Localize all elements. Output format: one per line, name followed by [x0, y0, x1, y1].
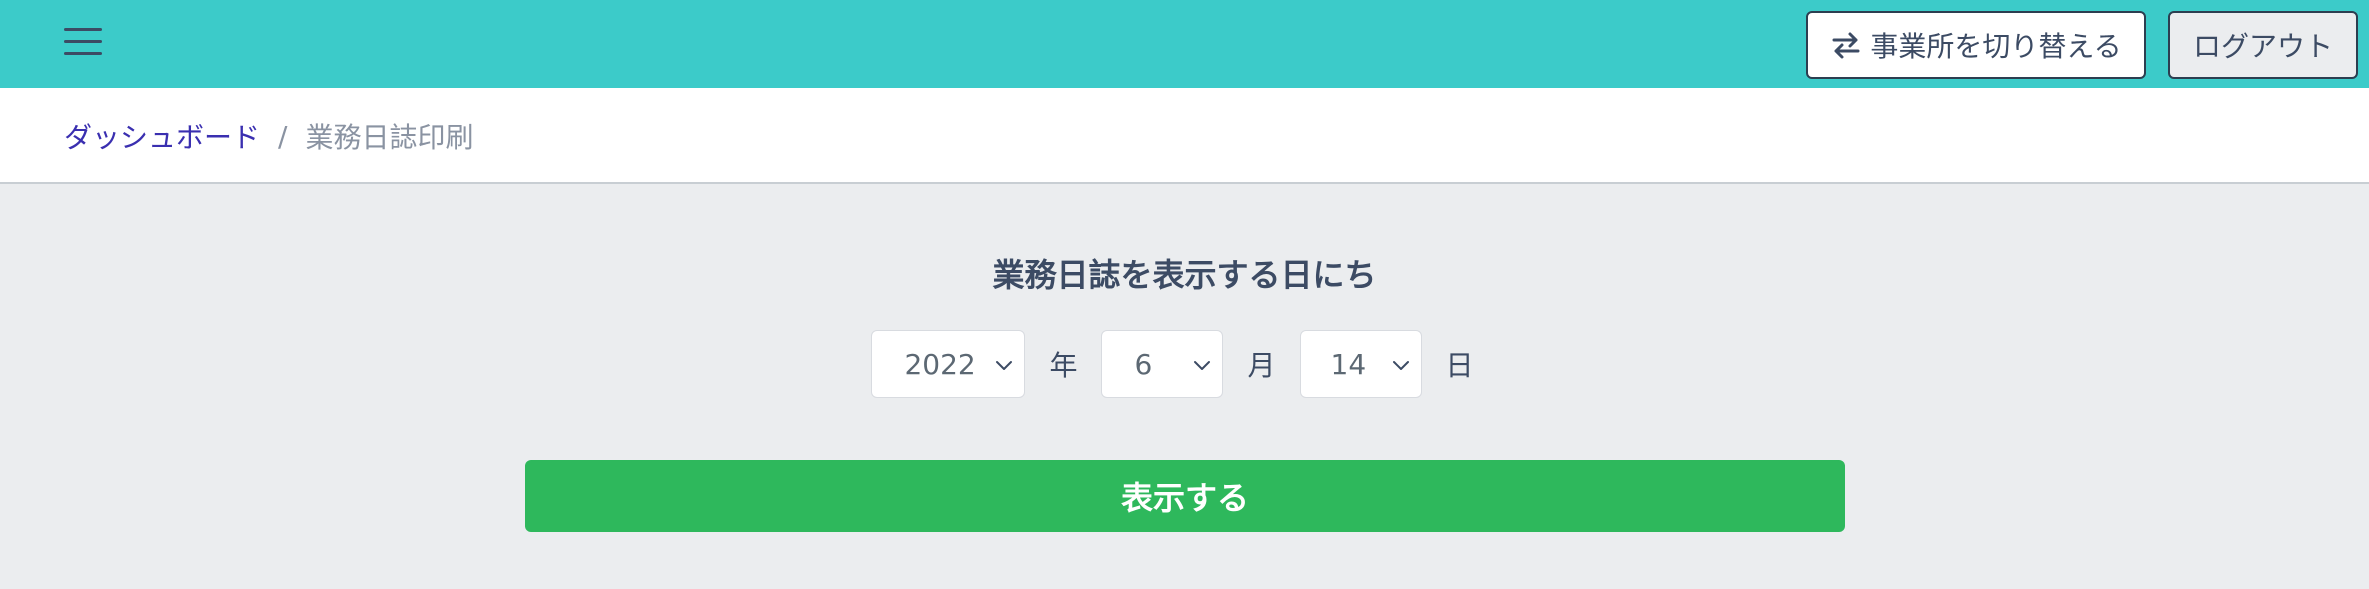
day-select-value: 14: [1330, 347, 1367, 381]
logout-button[interactable]: ログアウト: [2168, 11, 2358, 79]
chevron-down-icon: [996, 361, 1013, 370]
swap-arrows-icon: [1830, 29, 1862, 61]
page-title: 業務日誌を表示する日にち: [992, 256, 1377, 294]
month-select[interactable]: 6: [1101, 330, 1224, 398]
breadcrumb-bar: ダッシュボード / 業務日誌印刷: [0, 88, 2369, 184]
month-unit-label: 月: [1247, 349, 1276, 382]
show-button-label: 表示する: [1120, 479, 1249, 517]
breadcrumb: ダッシュボード / 業務日誌印刷: [64, 116, 473, 156]
top-header: 事業所を切り替える ログアウト: [0, 0, 2369, 88]
year-select[interactable]: 2022: [871, 330, 1026, 398]
day-unit-label: 日: [1445, 349, 1474, 382]
breadcrumb-current: 業務日誌印刷: [305, 121, 474, 154]
switch-office-label: 事業所を切り替える: [1870, 30, 2122, 63]
month-select-value: 6: [1134, 347, 1153, 381]
show-button[interactable]: 表示する: [525, 460, 1845, 532]
chevron-down-icon: [1194, 361, 1211, 370]
year-unit-label: 年: [1049, 349, 1078, 382]
switch-office-button[interactable]: 事業所を切り替える: [1806, 11, 2146, 79]
hamburger-menu-icon[interactable]: [64, 26, 102, 58]
breadcrumb-dashboard-link[interactable]: ダッシュボード: [64, 116, 260, 156]
date-selector-row: 2022 年 6 月 14 日: [0, 330, 2369, 398]
day-select[interactable]: 14: [1299, 330, 1422, 398]
chevron-down-icon: [1392, 361, 1409, 370]
breadcrumb-separator: /: [278, 119, 288, 153]
year-select-value: 2022: [904, 347, 976, 381]
logout-label: ログアウト: [2192, 30, 2333, 63]
